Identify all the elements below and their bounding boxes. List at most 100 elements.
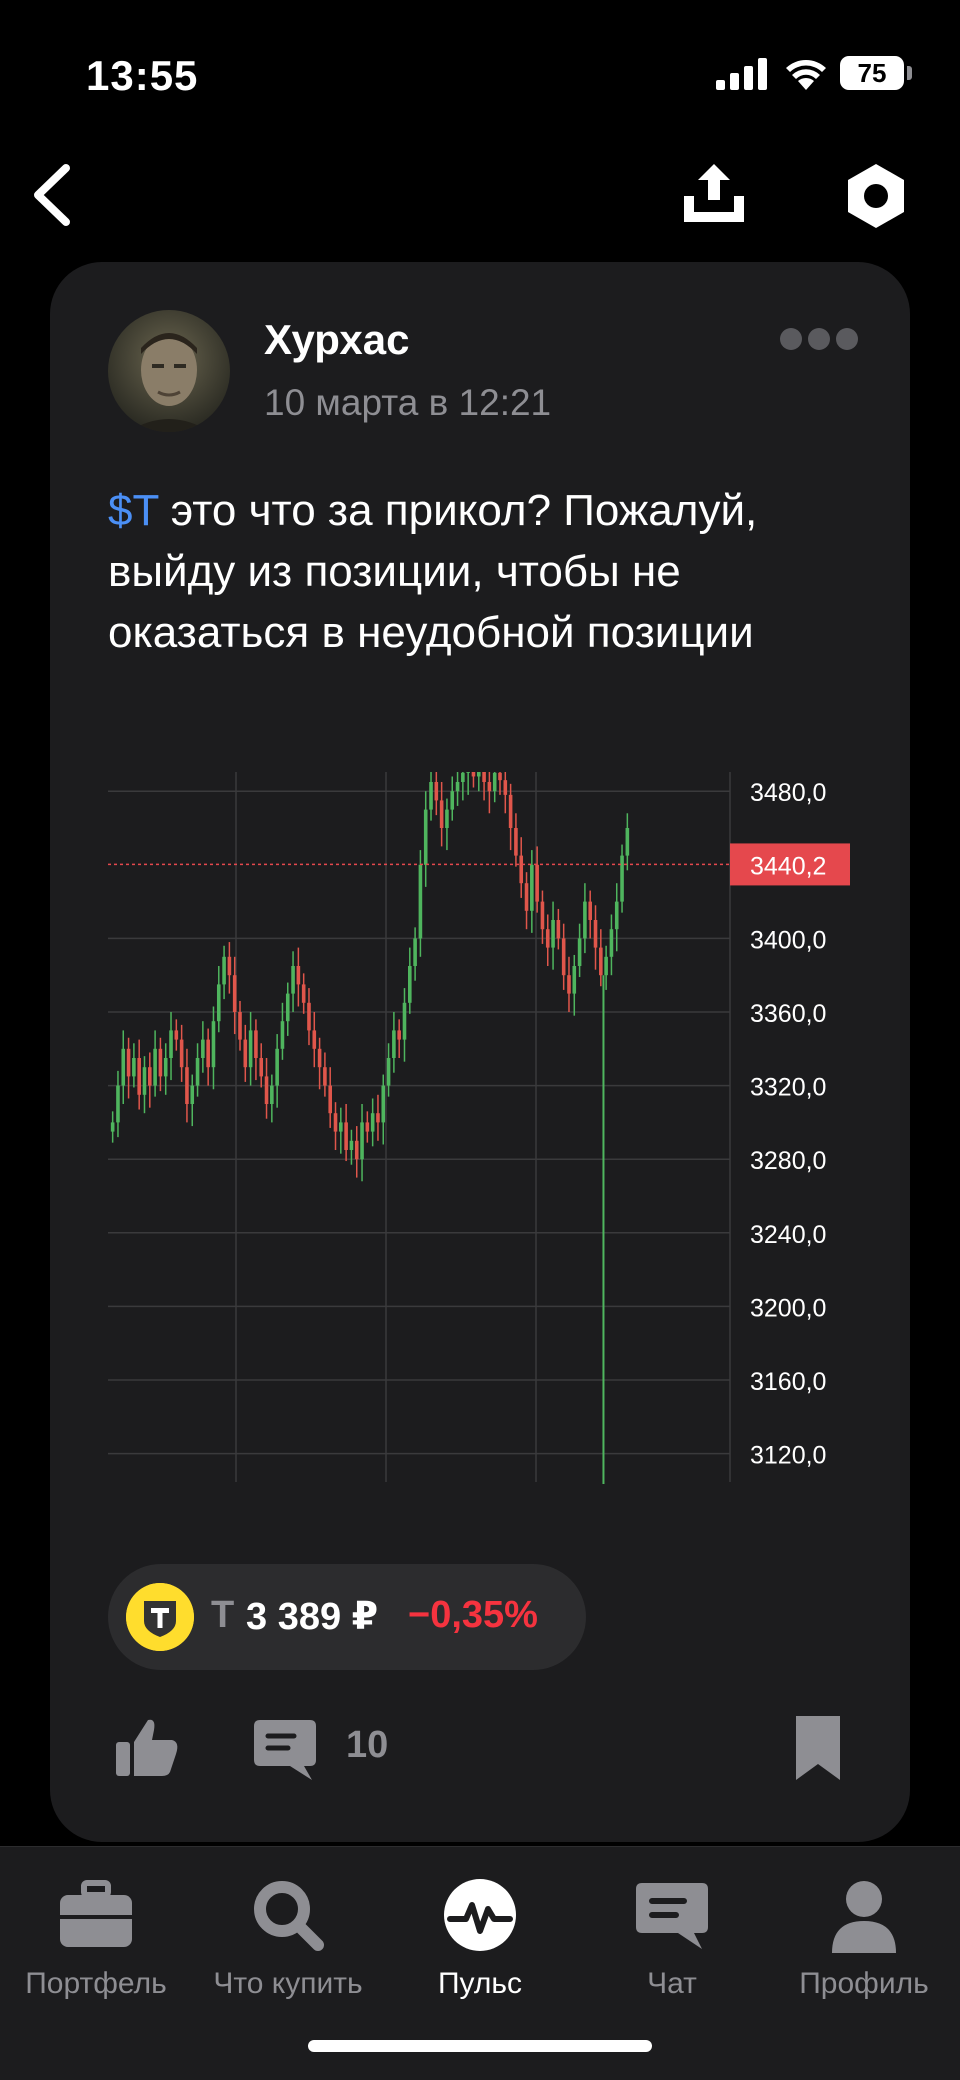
chart-candle (264, 1076, 269, 1104)
ticker-tag-link[interactable]: $T (108, 486, 159, 535)
chart-candle (614, 901, 619, 930)
chart-candle (583, 901, 587, 939)
price-chart[interactable]: 3480,0 3440,2 3400,0 3360,0 3320,0 3280,0 3240… (108, 772, 850, 1492)
settings-hex-button[interactable] (840, 160, 912, 232)
chart-candle (535, 864, 539, 902)
chart-candle (625, 828, 630, 856)
chart-candle (147, 1067, 152, 1086)
chart-candle (423, 809, 428, 865)
chip-change: −0,35% (408, 1594, 538, 1636)
chart-candle (328, 1085, 333, 1114)
chart-candle (492, 772, 497, 792)
chart-candle (317, 1048, 322, 1068)
chart-y-tick-label: 3360,0 (750, 1000, 826, 1028)
comments-button[interactable] (250, 1714, 320, 1784)
chart-candle (519, 855, 524, 884)
chart-candle (142, 1067, 147, 1095)
chart-candle (190, 1085, 195, 1104)
cellular-signal-icon (716, 58, 767, 90)
chart-candle (254, 1030, 258, 1058)
tab-chat[interactable]: Чат (576, 1867, 768, 2007)
briefcase-icon (60, 1880, 132, 1947)
chart-candle (185, 1067, 189, 1104)
chart-candle (339, 1122, 343, 1132)
post-text-body: это что за прикол? Пожалуй, выйду из поз… (108, 486, 758, 657)
bookmark-button[interactable] (790, 1712, 846, 1784)
chart-candle (354, 1140, 359, 1160)
chart-y-tick-label: 3160,0 (750, 1368, 826, 1396)
nav-bar (0, 150, 960, 260)
chart-y-tick-label: 3480,0 (750, 779, 826, 807)
chart-candle (556, 920, 561, 939)
chart-candle (360, 1122, 364, 1160)
chart-candle (514, 828, 518, 856)
more-options-button[interactable] (780, 328, 890, 368)
author-name[interactable]: Хурхас (264, 316, 409, 364)
chart-candle (307, 1002, 311, 1031)
share-button[interactable] (676, 156, 752, 232)
author-avatar[interactable] (108, 310, 230, 432)
wifi-icon (786, 60, 826, 90)
chip-price: 3 389 ₽ (246, 1596, 379, 1638)
home-indicator (308, 2040, 652, 2052)
tab-label: Профиль (799, 1967, 929, 2000)
chart-candle (386, 1058, 391, 1086)
post-date: 10 марта в 12:21 (264, 382, 552, 423)
tab-label: Пульс (437, 1967, 523, 2000)
chart-candle (604, 956, 608, 976)
tab-pulse[interactable]: Пульс (384, 1867, 576, 2007)
tab-profile[interactable]: Профиль (768, 1867, 960, 2007)
ticker-chip[interactable]: Т 3 389 ₽ −0,35% (108, 1564, 586, 1670)
post-actions: 10 (50, 1702, 910, 1802)
chart-candle (344, 1122, 348, 1150)
chart-candle (434, 782, 439, 801)
status-time: 13:55 (86, 52, 199, 99)
chart-candle (285, 993, 290, 1022)
chart-candle (195, 1058, 200, 1086)
chart-candle (126, 1048, 131, 1077)
battery-level: 75 (857, 58, 887, 88)
chart-candle (413, 938, 417, 966)
chart-candle (349, 1140, 354, 1150)
tab-what-to-buy[interactable]: Что купить (192, 1867, 384, 2007)
chart-candle (211, 1021, 216, 1068)
chart-candle (572, 966, 577, 994)
chart-candle (163, 1058, 168, 1077)
search-icon (254, 1881, 324, 1951)
chart-candle (508, 794, 513, 828)
chart-candle (216, 984, 221, 1022)
chart-candle (270, 1085, 274, 1104)
battery-cap (907, 66, 912, 80)
chart-candle (333, 1113, 338, 1132)
dot-icon (808, 328, 830, 350)
chart-candle (450, 791, 455, 810)
chip-ticker: Т (211, 1594, 235, 1636)
status-bar: 13:55 75 (0, 0, 960, 150)
chart-candle (402, 1002, 407, 1040)
post-card: Хурхас 10 марта в 12:21 $T это что за пр… (50, 262, 910, 1842)
chart-candle (498, 772, 502, 781)
back-button[interactable] (24, 158, 80, 232)
chart-y-tick-label: 3400,0 (750, 926, 826, 954)
chart-candle (482, 772, 486, 782)
chart-candle (116, 1085, 120, 1123)
chart-candle (376, 1113, 380, 1123)
tbank-logo-icon (126, 1583, 194, 1651)
chart-candle (567, 975, 571, 994)
chart-candle (540, 901, 545, 930)
chart-candle (206, 1039, 210, 1068)
chart-candle (487, 782, 492, 792)
tab-portfolio[interactable]: Портфель (0, 1867, 192, 2007)
chart-candle (620, 855, 624, 902)
chart-y-tick-label: 3280,0 (750, 1147, 826, 1175)
chart-candle (312, 1030, 317, 1049)
tab-label: Что купить (213, 1967, 363, 2000)
chart-y-tick-label: 3320,0 (750, 1074, 826, 1102)
chart-candle (577, 938, 582, 966)
chart-candle (222, 956, 226, 985)
like-button[interactable] (112, 1712, 182, 1782)
chart-candle (381, 1085, 386, 1123)
chart-candle (471, 772, 476, 777)
tab-label: Чат (647, 1967, 697, 2000)
chart-candle (132, 1058, 136, 1077)
